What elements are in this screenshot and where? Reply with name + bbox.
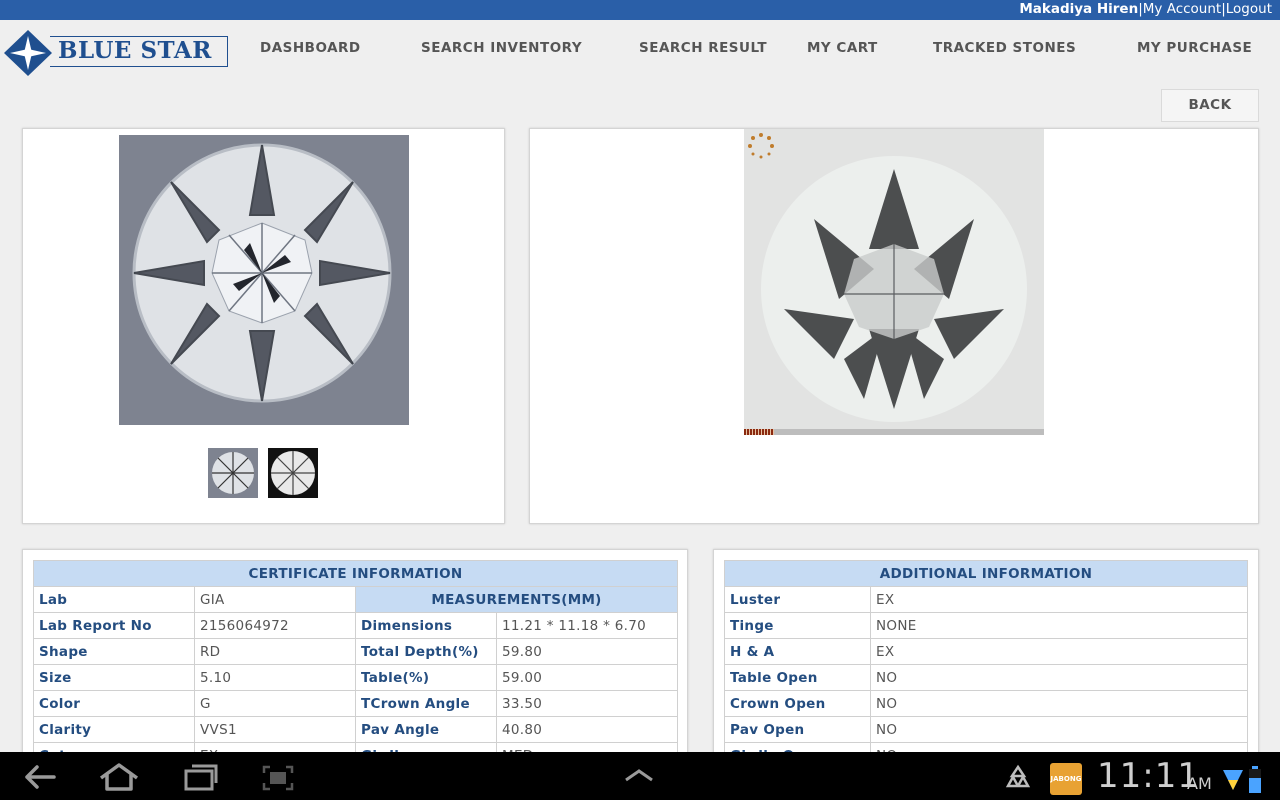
additional-info-panel: ADDITIONAL INFORMATION Luster EX Tinge NON… xyxy=(713,549,1259,769)
blue-star-logo[interactable]: BLUE STAR xyxy=(2,28,228,78)
clock-ampm: AM xyxy=(1187,774,1212,793)
diamond-video-frame xyxy=(761,156,1027,422)
chevron-up-icon[interactable] xyxy=(623,768,655,782)
cert-label: Color xyxy=(33,690,195,717)
nav-dashboard[interactable]: DASHBOARD xyxy=(260,40,361,56)
cert-value: 2156064972 xyxy=(194,612,356,639)
battery-icon xyxy=(1249,766,1261,793)
jabong-app-icon[interactable]: JABONG xyxy=(1050,763,1082,795)
measure-label: Total Depth(%) xyxy=(355,638,497,665)
wifi-icon xyxy=(1223,770,1243,790)
cert-value: VVS1 xyxy=(194,716,356,743)
nav-search-result[interactable]: SEARCH RESULT xyxy=(639,40,767,56)
diamond-thumbnail-2[interactable] xyxy=(268,448,318,498)
measure-value: 59.00 xyxy=(496,664,678,691)
measure-value: 40.80 xyxy=(496,716,678,743)
diamond-360-viewer[interactable] xyxy=(744,129,1044,435)
additional-value: NO xyxy=(870,664,1248,691)
additional-label: H & A xyxy=(724,638,871,665)
user-bar: Makadiya Hiren|My Account|Logout xyxy=(0,0,1280,20)
my-account-link[interactable]: My Account xyxy=(1143,1,1221,17)
additional-label: Pav Open xyxy=(724,716,871,743)
cert-label: Shape xyxy=(33,638,195,665)
back-button[interactable]: BACK xyxy=(1161,89,1259,122)
home-icon[interactable] xyxy=(98,762,140,792)
additional-value: NO xyxy=(870,690,1248,717)
video-panel xyxy=(529,128,1259,524)
system-navigation-bar: JABONG 11:11 AM xyxy=(0,752,1280,800)
diamond-thumbnail-1[interactable] xyxy=(208,448,258,498)
nav-search-inventory[interactable]: SEARCH INVENTORY xyxy=(421,40,582,56)
additional-value: EX xyxy=(870,638,1248,665)
measurements-title: MEASUREMENTS(MM) xyxy=(355,586,678,613)
cert-label: Size xyxy=(33,664,195,691)
measure-value: 59.80 xyxy=(496,638,678,665)
certificate-panel: CERTIFICATE INFORMATION Lab GIA MEASUREM… xyxy=(22,549,688,769)
cert-value: 5.10 xyxy=(194,664,356,691)
nav-my-purchase[interactable]: MY PURCHASE xyxy=(1137,40,1252,56)
additional-label: Luster xyxy=(724,586,871,613)
logout-link[interactable]: Logout xyxy=(1226,1,1272,17)
star-logo-icon xyxy=(4,30,52,76)
video-progress-fill xyxy=(744,429,774,435)
measure-label: TCrown Angle xyxy=(355,690,497,717)
cert-label: Clarity xyxy=(33,716,195,743)
additional-value: EX xyxy=(870,586,1248,613)
certificate-title: CERTIFICATE INFORMATION xyxy=(33,560,678,587)
additional-info-table: ADDITIONAL INFORMATION Luster EX Tinge NON… xyxy=(724,560,1248,769)
measure-label: Dimensions xyxy=(355,612,497,639)
user-name: Makadiya Hiren xyxy=(1019,1,1139,17)
measure-value: 33.50 xyxy=(496,690,678,717)
clock-time: 11:11 xyxy=(1097,756,1200,796)
cert-value: RD xyxy=(194,638,356,665)
diamond-graphic xyxy=(132,143,392,403)
nav-my-cart[interactable]: MY CART xyxy=(807,40,878,56)
screenshot-icon[interactable] xyxy=(262,765,294,791)
back-arrow-icon[interactable] xyxy=(24,764,56,790)
recent-apps-icon[interactable] xyxy=(184,763,218,791)
image-panel xyxy=(22,128,505,524)
measure-value: 11.21 * 11.18 * 6.70 xyxy=(496,612,678,639)
diamond-main-image xyxy=(119,135,409,425)
video-progress-track[interactable] xyxy=(744,429,1044,435)
cert-label: Lab xyxy=(33,586,195,613)
loading-spinner-icon xyxy=(748,133,774,159)
cert-value: GIA xyxy=(194,586,356,613)
additional-title: ADDITIONAL INFORMATION xyxy=(724,560,1248,587)
recycle-icon xyxy=(1005,764,1031,788)
additional-label: Tinge xyxy=(724,612,871,639)
cert-label: Lab Report No xyxy=(33,612,195,639)
cert-value: G xyxy=(194,690,356,717)
logo-text: BLUE STAR xyxy=(58,37,212,64)
measure-label: Table(%) xyxy=(355,664,497,691)
nav-tracked-stones[interactable]: TRACKED STONES xyxy=(933,40,1076,56)
measure-label: Pav Angle xyxy=(355,716,497,743)
additional-value: NONE xyxy=(870,612,1248,639)
additional-label: Table Open xyxy=(724,664,871,691)
additional-label: Crown Open xyxy=(724,690,871,717)
certificate-table: CERTIFICATE INFORMATION Lab GIA MEASUREM… xyxy=(33,560,678,769)
additional-value: NO xyxy=(870,716,1248,743)
user-links: Makadiya Hiren|My Account|Logout xyxy=(1019,1,1272,17)
